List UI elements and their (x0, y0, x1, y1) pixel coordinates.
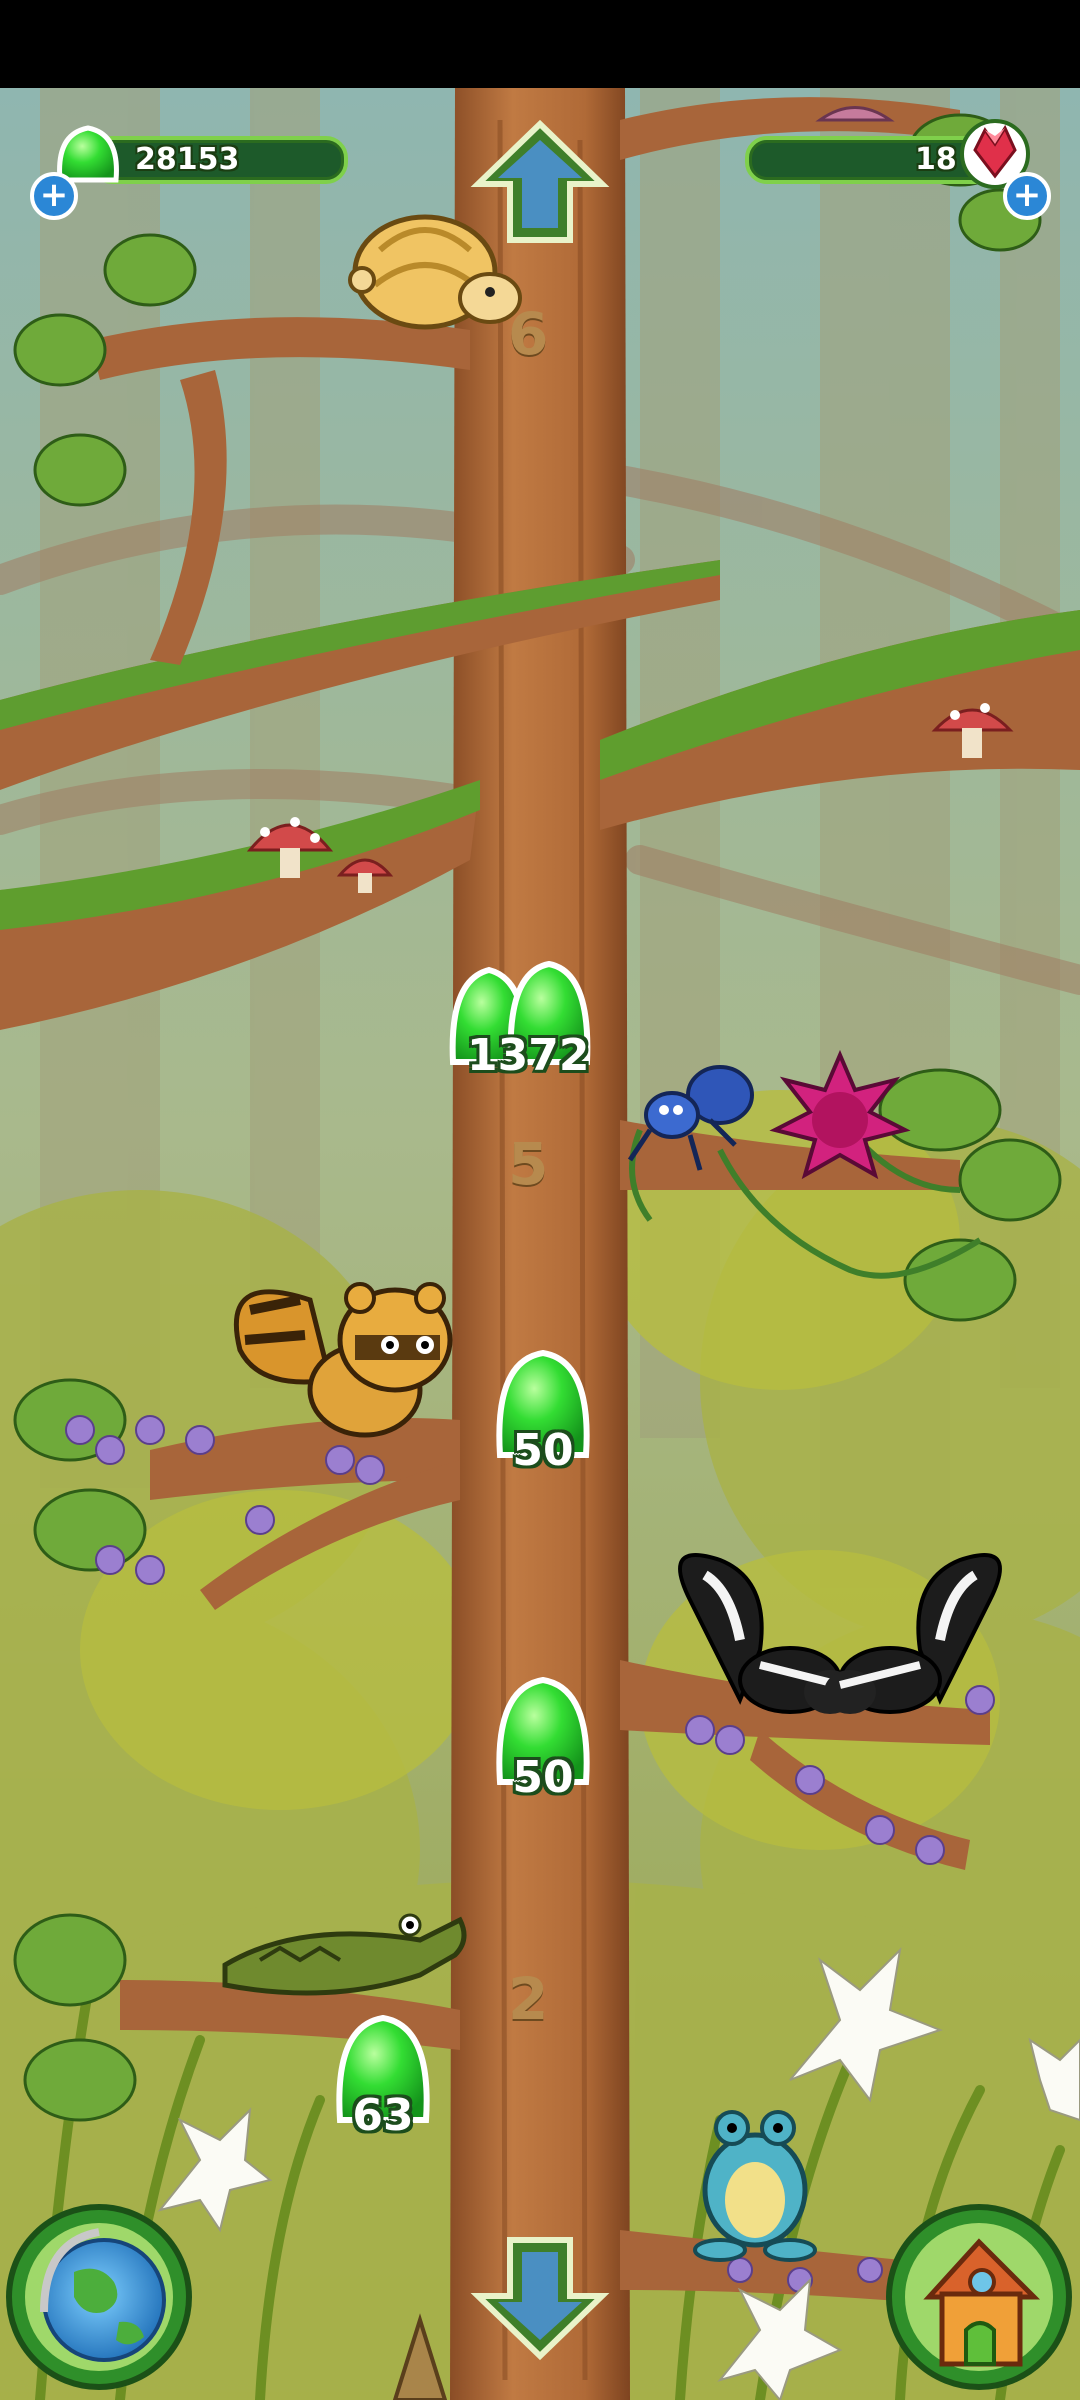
house-icon (886, 2204, 1072, 2390)
map-button[interactable] (4, 2202, 194, 2392)
coin-counter: 28153 + (30, 125, 350, 220)
floor-number-5: 5 (508, 1130, 549, 1198)
jelly-amount: 1372 (467, 1030, 590, 1081)
gem-counter: 18 + (735, 119, 1055, 220)
globe-icon (6, 2204, 192, 2390)
jelly-amount: 50 (512, 1425, 574, 1476)
jelly-pickup-63[interactable]: 63 (328, 2010, 438, 2150)
home-button[interactable] (884, 2202, 1074, 2392)
gem-count: 18 (915, 142, 957, 177)
down-arrow-icon[interactable] (470, 2232, 610, 2362)
add-coins-button[interactable]: + (30, 172, 78, 220)
jelly-amount: 63 (352, 2090, 414, 2141)
floor-number-2: 2 (508, 1965, 549, 2033)
status-bar (0, 0, 1080, 88)
coin-count: 28153 (135, 142, 240, 177)
jelly-pickup-50-lower[interactable]: 50 (488, 1672, 598, 1812)
jelly-amount: 50 (512, 1752, 574, 1803)
add-gems-button[interactable]: + (1003, 172, 1051, 220)
floor-number-6: 6 (508, 300, 549, 368)
up-arrow-icon[interactable] (470, 118, 610, 248)
jelly-pickup-50-upper[interactable]: 50 (488, 1345, 598, 1485)
jelly-pickup-1372[interactable]: 1372 (445, 958, 605, 1098)
